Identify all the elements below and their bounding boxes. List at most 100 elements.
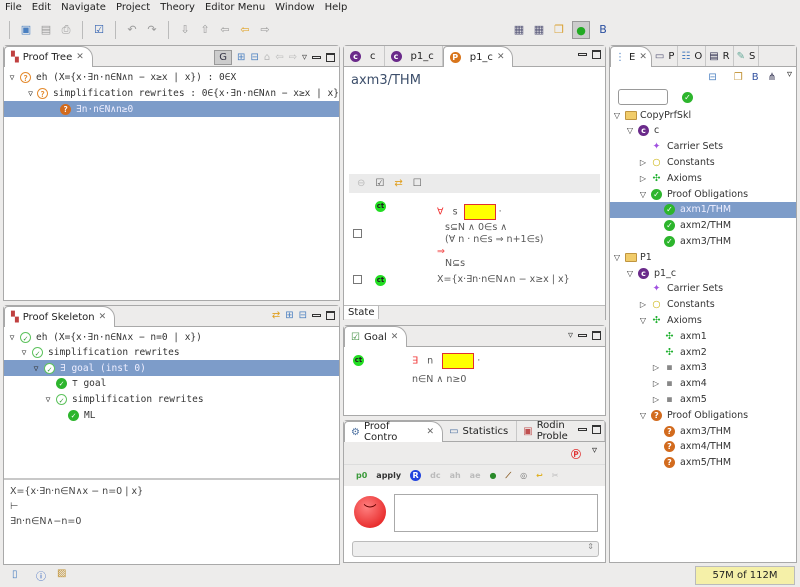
minimize-icon[interactable] <box>578 334 587 337</box>
collapse-all-icon[interactable]: ⊟ <box>299 310 307 321</box>
new-icon[interactable]: ▣ <box>19 23 33 37</box>
implies-symbol[interactable]: ⇒ <box>437 246 544 258</box>
tree-row[interactable]: ? axm4/THM <box>610 439 796 455</box>
maximize-icon[interactable] <box>326 53 335 62</box>
collapsed-twisty-icon[interactable]: ▷ <box>638 158 648 167</box>
ct-icon[interactable]: ct <box>353 355 364 366</box>
maximize-icon[interactable] <box>592 50 601 59</box>
maximize-icon[interactable] <box>326 311 335 320</box>
perspective-table-icon[interactable]: ▦ <box>532 23 546 37</box>
new-component-icon[interactable]: B <box>752 72 759 83</box>
tree-row[interactable]: ▷ ○ Constants <box>610 297 796 313</box>
menu-window[interactable]: Window <box>274 0 319 16</box>
tree-row[interactable]: ✓ ML <box>4 407 339 423</box>
collapsed-twisty-icon[interactable]: ▷ <box>651 379 661 388</box>
expand-all-icon[interactable]: ⊞ <box>285 310 293 321</box>
tab-proof-control[interactable]: ⚙ Proof Contro ✕ <box>344 421 444 443</box>
ah-button[interactable]: ah <box>450 471 461 480</box>
broom-icon[interactable]: ⟋ <box>505 471 511 481</box>
collapse-all-icon[interactable]: ⊟ <box>708 72 716 83</box>
view-menu-icon[interactable]: ▿ <box>787 69 792 80</box>
new-project-icon[interactable]: ❐ <box>734 72 743 83</box>
expanded-twisty-icon[interactable]: ▽ <box>625 126 635 135</box>
tree-row[interactable]: ▷ ▪ axm4 <box>610 376 796 392</box>
collapsed-twisty-icon[interactable]: ▷ <box>651 363 661 372</box>
prover-robot-icon[interactable]: ● <box>490 471 497 480</box>
tab-editor-p1-c[interactable]: c p1_c <box>385 46 443 66</box>
menu-help[interactable]: Help <box>324 0 353 16</box>
prune-icon[interactable]: ✂ <box>552 471 559 480</box>
minimize-icon[interactable] <box>312 314 321 317</box>
redo-icon[interactable]: ↷ <box>145 23 159 37</box>
tree-row[interactable]: ? axm5/THM <box>610 455 796 471</box>
prev-annotation-icon[interactable]: ⇧ <box>198 23 212 37</box>
tab-goal[interactable]: ☑ Goal ✕ <box>344 326 408 347</box>
lasso-icon[interactable]: ◎ <box>520 471 527 480</box>
tree-row[interactable]: ▽ ✓ simplification rewrites <box>4 345 339 361</box>
expanded-twisty-icon[interactable]: ▽ <box>638 411 648 420</box>
tree-row[interactable]: ✓ ⊤ goal <box>4 376 339 392</box>
p0-button[interactable]: p0 <box>356 471 367 480</box>
maximize-icon[interactable] <box>592 331 601 340</box>
save-icon[interactable]: ▤ <box>39 23 53 37</box>
g-button[interactable]: G <box>214 50 233 65</box>
view-menu-icon[interactable]: ▿ <box>302 52 307 63</box>
tree-row[interactable]: ▽ P1 <box>610 249 796 265</box>
instantiation-input[interactable] <box>442 353 475 369</box>
back-icon[interactable]: ⇦ <box>275 52 283 63</box>
tab-state[interactable]: State <box>344 306 380 319</box>
info-icon[interactable]: ⓘ <box>36 568 46 583</box>
view-menu-icon[interactable]: ▿ <box>568 330 573 341</box>
tab-proof-tree[interactable]: ▚ Proof Tree ✕ <box>4 46 93 67</box>
expanded-twisty-icon[interactable]: ▽ <box>7 73 17 82</box>
tab-s[interactable]: ✎ S <box>734 46 760 66</box>
close-icon[interactable]: ✕ <box>427 427 435 437</box>
tree-row[interactable]: ▽ ✓ Proof Obligations <box>610 186 796 202</box>
expand-all-icon[interactable]: ⊞ <box>237 52 245 63</box>
menu-navigate[interactable]: Navigate <box>60 0 111 16</box>
expanded-twisty-icon[interactable]: ▽ <box>27 89 34 98</box>
dc-button[interactable]: dc <box>430 471 440 480</box>
undo-icon[interactable]: ↶ <box>125 23 139 37</box>
collapse-all-icon[interactable]: ⊟ <box>250 52 258 63</box>
forward-icon[interactable]: ⇨ <box>289 52 297 63</box>
tree-row[interactable]: ▽ ✣ Axioms <box>610 312 796 328</box>
history-combo[interactable]: ⇕ <box>352 541 599 557</box>
menu-file[interactable]: File <box>4 0 27 16</box>
tree-row[interactable]: ▽? eh (X={x·∃n·n∈N∧n − x≥x | x}) : 0∈X <box>4 69 339 85</box>
home-icon[interactable]: ⌂ <box>264 52 270 63</box>
tree-row[interactable]: ✣ axm2 <box>610 344 796 360</box>
tree-row[interactable]: ✓ axm1/THM <box>610 201 796 218</box>
maximize-icon[interactable] <box>592 425 601 434</box>
deselect-icon[interactable]: ☐ <box>413 178 422 189</box>
tree-row[interactable]: ▽ c c <box>610 123 796 139</box>
tree-row[interactable]: ▷ ▪ axm3 <box>610 360 796 376</box>
exists-symbol[interactable]: ∃ <box>412 356 418 367</box>
check-task-icon[interactable]: ☑ <box>92 23 106 37</box>
expanded-twisty-icon[interactable]: ▽ <box>31 364 41 373</box>
tab-r[interactable]: ▤ R <box>706 46 734 66</box>
hypothesis-checkbox[interactable] <box>353 229 362 238</box>
minimize-icon[interactable] <box>312 56 321 59</box>
expanded-twisty-icon[interactable]: ▽ <box>612 253 622 262</box>
fast-view-icon[interactable]: ▯ <box>12 569 18 580</box>
perspective-event-b-icon[interactable]: ▦ <box>512 23 526 37</box>
close-icon[interactable]: ✕ <box>391 332 399 342</box>
tree-row[interactable]: ▽ ✓ ∃ goal (inst 0) <box>4 360 339 377</box>
tree-row[interactable]: ✣ axm1 <box>610 328 796 344</box>
tree-row[interactable]: ✓ axm3/THM <box>610 233 796 249</box>
undo-proof-icon[interactable]: ↩ <box>536 471 543 480</box>
collapsed-twisty-icon[interactable]: ▷ <box>638 174 648 183</box>
tree-row[interactable]: ✦ Carrier Sets <box>610 139 796 155</box>
proof-input[interactable] <box>394 494 598 532</box>
expanded-twisty-icon[interactable]: ▽ <box>625 269 635 278</box>
expanded-twisty-icon[interactable]: ▽ <box>612 111 622 120</box>
tab-explorer[interactable]: ⋮ E ✕ <box>610 46 652 67</box>
ct-icon[interactable]: ct <box>375 201 386 212</box>
menu-theory[interactable]: Theory <box>159 0 200 16</box>
tab-editor-c[interactable]: cc <box>344 46 385 66</box>
menu-edit[interactable]: Edit <box>31 0 56 16</box>
sync-icon[interactable]: ⇄ <box>272 310 280 321</box>
search-hyp-icon[interactable]: ⇄ <box>394 178 402 189</box>
tree-row[interactable]: ▽ c p1_c <box>610 265 796 281</box>
